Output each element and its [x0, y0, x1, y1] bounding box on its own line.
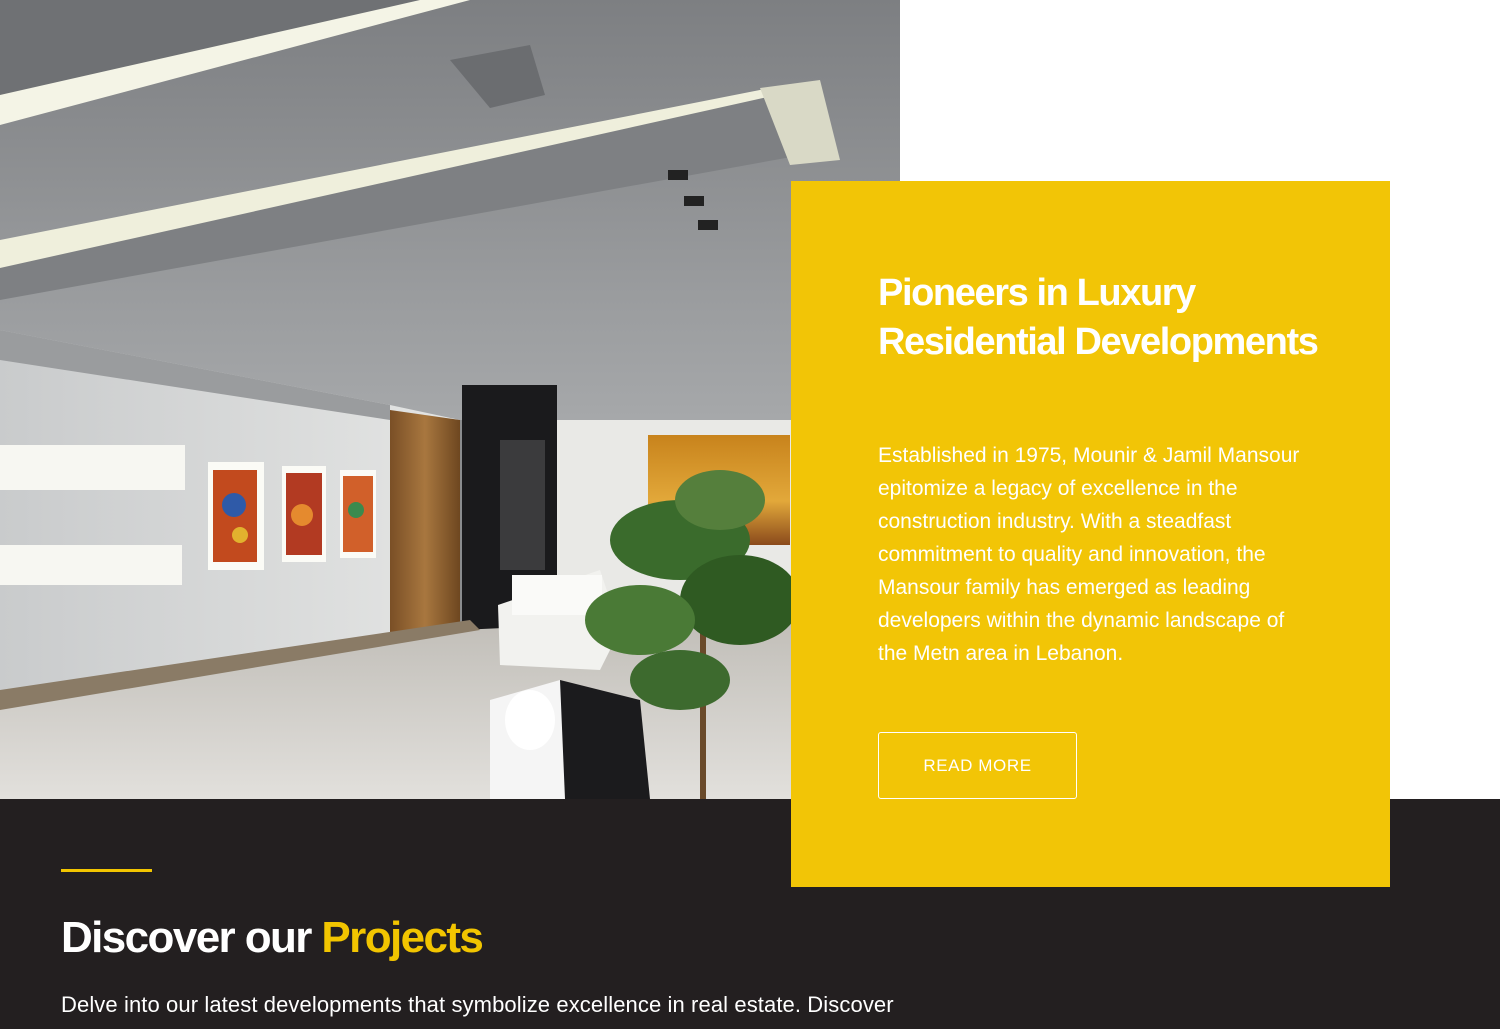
- projects-heading: Discover our Projects: [61, 911, 484, 965]
- projects-heading-prefix: Discover our: [61, 913, 322, 962]
- about-card: Pioneers in Luxury Residential Developme…: [791, 181, 1390, 887]
- about-card-body: Established in 1975, Mounir & Jamil Mans…: [878, 444, 1300, 665]
- hero-interior-image: [0, 0, 900, 799]
- projects-heading-highlight: Projects: [321, 913, 483, 962]
- interior-photo-icon: [0, 0, 900, 799]
- about-card-title: Pioneers in Luxury Residential Developme…: [878, 272, 1319, 363]
- projects-description: Delve into our latest developments that …: [61, 992, 894, 1017]
- read-more-button[interactable]: READ MORE: [878, 732, 1077, 799]
- section-accent-line: [61, 869, 152, 872]
